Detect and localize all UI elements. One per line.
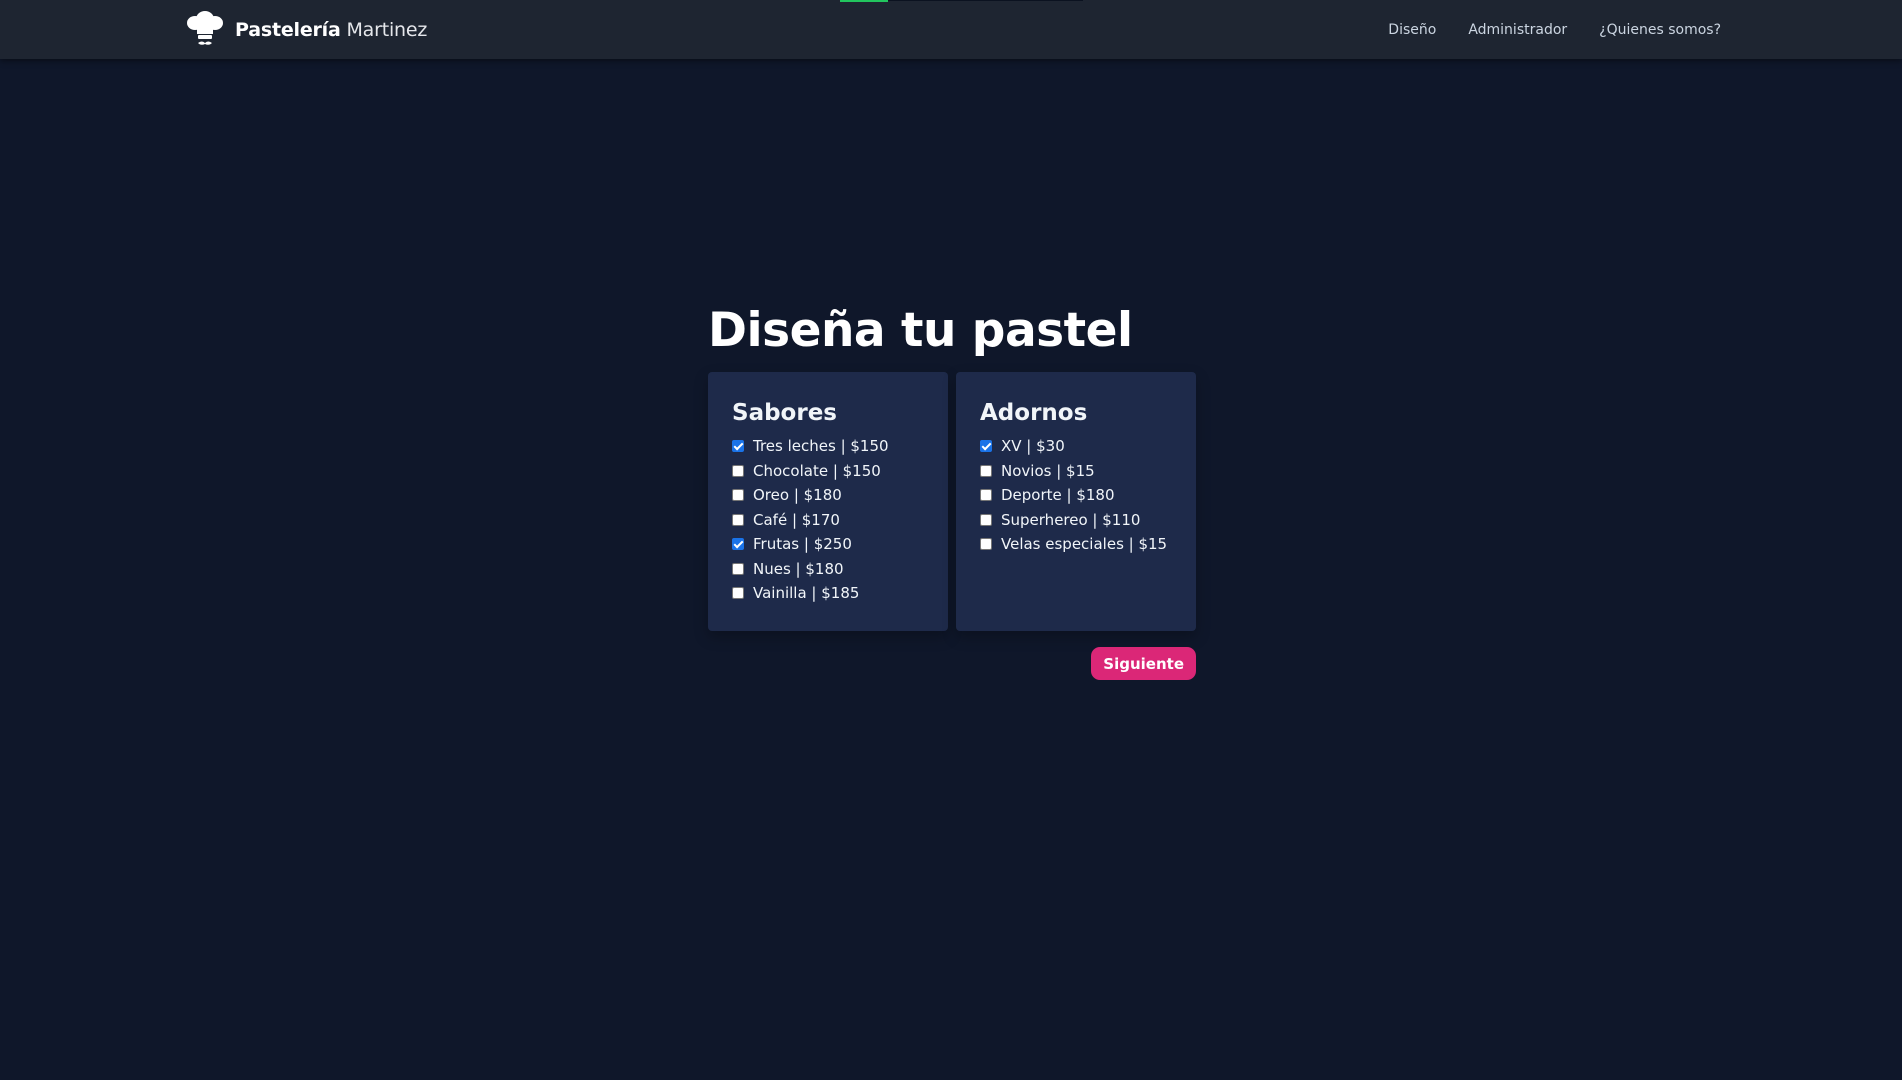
options-cards: Sabores Tres leches | $150 Chocolate | $1… bbox=[708, 372, 1196, 631]
option-item[interactable]: Deporte | $180 bbox=[980, 483, 1172, 508]
checkbox-unchecked[interactable] bbox=[980, 513, 992, 526]
checkbox-checked[interactable] bbox=[732, 440, 744, 453]
option-label[interactable]: Café | $170 bbox=[753, 511, 840, 529]
siguiente-button[interactable]: Siguiente bbox=[1091, 647, 1196, 680]
option-item[interactable]: XV | $30 bbox=[980, 434, 1172, 459]
actions-row: Siguiente bbox=[708, 647, 1196, 680]
sabores-list: Tres leches | $150 Chocolate | $150 Oreo |… bbox=[732, 434, 924, 606]
option-item[interactable]: Superhereo | $110 bbox=[980, 508, 1172, 533]
checkbox-unchecked[interactable] bbox=[732, 489, 744, 502]
option-item[interactable]: Velas especiales | $15 bbox=[980, 532, 1172, 557]
option-label[interactable]: Superhereo | $110 bbox=[1001, 511, 1140, 529]
option-item[interactable]: Nues | $180 bbox=[732, 557, 924, 582]
option-label[interactable]: Novios | $15 bbox=[1001, 462, 1095, 480]
checkbox-unchecked[interactable] bbox=[732, 464, 744, 477]
brand-name-bold: Pastelería bbox=[235, 19, 341, 41]
checkbox-unchecked[interactable] bbox=[732, 562, 744, 575]
checkbox-unchecked[interactable] bbox=[732, 587, 744, 600]
page-title: Diseña tu pastel bbox=[708, 303, 1133, 358]
checkbox-checked[interactable] bbox=[980, 440, 992, 453]
option-item[interactable]: Café | $170 bbox=[732, 508, 924, 533]
checkbox-unchecked[interactable] bbox=[980, 464, 992, 477]
option-item[interactable]: Oreo | $180 bbox=[732, 483, 924, 508]
option-label[interactable]: Vainilla | $185 bbox=[753, 584, 859, 602]
nav-link-administrador[interactable]: Administrador bbox=[1468, 22, 1567, 38]
option-label[interactable]: XV | $30 bbox=[1001, 437, 1065, 455]
nav-top-line bbox=[888, 0, 1083, 1]
option-item[interactable]: Novios | $15 bbox=[980, 459, 1172, 484]
navbar: Pastelería Martinez Diseño Administrador… bbox=[0, 0, 1902, 59]
adornos-card: Adornos XV | $30 Novios | $15 Deporte | $1… bbox=[956, 372, 1196, 631]
adornos-list: XV | $30 Novios | $15 Deporte | $180 Superh… bbox=[980, 434, 1172, 557]
option-item[interactable]: Chocolate | $150 bbox=[732, 459, 924, 484]
option-label[interactable]: Tres leches | $150 bbox=[753, 437, 889, 455]
checkbox-unchecked[interactable] bbox=[980, 538, 992, 551]
sabores-card: Sabores Tres leches | $150 Chocolate | $1… bbox=[708, 372, 948, 631]
option-label[interactable]: Oreo | $180 bbox=[753, 486, 842, 504]
option-item[interactable]: Tres leches | $150 bbox=[732, 434, 924, 459]
checkbox-unchecked[interactable] bbox=[980, 489, 992, 502]
adornos-title: Adornos bbox=[980, 400, 1088, 426]
brand-name: Pastelería Martinez bbox=[235, 19, 427, 41]
brand-name-light: Martinez bbox=[340, 19, 428, 41]
option-label[interactable]: Frutas | $250 bbox=[753, 535, 852, 553]
nav-link-diseno[interactable]: Diseño bbox=[1388, 22, 1436, 38]
brand-link[interactable]: Pastelería Martinez bbox=[185, 11, 427, 49]
nav-link-quienes-somos[interactable]: ¿Quienes somos? bbox=[1599, 22, 1721, 38]
option-label[interactable]: Velas especiales | $15 bbox=[1001, 535, 1167, 553]
option-label[interactable]: Chocolate | $150 bbox=[753, 462, 881, 480]
option-item[interactable]: Frutas | $250 bbox=[732, 532, 924, 557]
chef-hat-mustache-icon bbox=[187, 11, 223, 45]
checkbox-checked[interactable] bbox=[732, 538, 744, 551]
sabores-title: Sabores bbox=[732, 400, 837, 426]
option-label[interactable]: Deporte | $180 bbox=[1001, 486, 1115, 504]
option-item[interactable]: Vainilla | $185 bbox=[732, 581, 924, 606]
nav-top-accent bbox=[840, 0, 888, 2]
main-content: Diseña tu pastel Sabores Tres leches | $… bbox=[708, 300, 1196, 680]
checkbox-unchecked[interactable] bbox=[732, 513, 744, 526]
nav-links: Diseño Administrador ¿Quienes somos? bbox=[1388, 0, 1721, 59]
option-label[interactable]: Nues | $180 bbox=[753, 560, 844, 578]
